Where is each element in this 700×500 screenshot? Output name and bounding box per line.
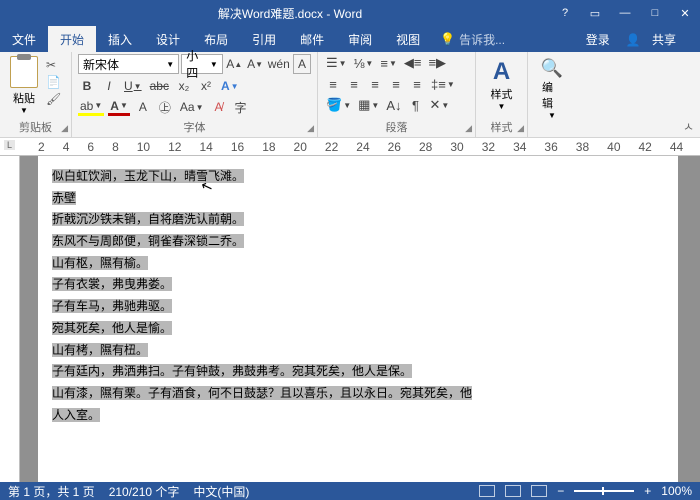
increase-indent-button[interactable]: ≡▶ (426, 54, 448, 72)
cut-button[interactable]: ✂ (46, 58, 61, 72)
tab-design[interactable]: 设计 (144, 26, 192, 52)
word-count[interactable]: 210/210 个字 (109, 483, 180, 500)
bold-button[interactable]: B (78, 77, 96, 95)
tab-review[interactable]: 审阅 (336, 26, 384, 52)
justify-button[interactable]: ≡ (387, 75, 405, 93)
web-layout-button[interactable] (531, 485, 547, 497)
text-line[interactable]: 东风不与周郎便，铜雀春深锁二乔。 (52, 231, 664, 253)
font-size-combo[interactable]: 小四▼ (181, 54, 223, 74)
ribbon-options-icon[interactable]: ▭ (580, 0, 610, 26)
enclose-char-button[interactable]: ㊤ (156, 98, 174, 116)
font-group-label: 字体 (72, 119, 317, 135)
zoom-out-button[interactable]: − (557, 484, 564, 498)
styles-button[interactable]: A 样式 ▼ (482, 54, 521, 115)
maximize-icon[interactable]: □ (640, 0, 670, 26)
format-painter-button[interactable]: 🖌 (46, 92, 61, 106)
text-line[interactable]: 山有漆，隰有栗。子有酒食，何不日鼓瑟？且以喜乐，且以永日。宛其死矣，他 (52, 383, 664, 405)
text-line[interactable]: 子有车马，弗驰弗驱。 (52, 296, 664, 318)
text-line[interactable]: 子有衣裳，弗曳弗娄。 (52, 274, 664, 296)
decrease-indent-button[interactable]: ◀≡ (402, 54, 424, 72)
copy-button[interactable]: 📄 (46, 75, 61, 89)
borders-button[interactable]: ▦▼ (356, 96, 381, 114)
zoom-in-button[interactable]: + (644, 484, 651, 498)
collapse-ribbon-button[interactable]: ㅅ (683, 118, 694, 135)
styles-icon: A (493, 58, 510, 86)
font-color-button[interactable]: A▼ (108, 98, 130, 116)
document-page[interactable]: ↖ 似白虹饮涧，玉龙下山，晴雪飞滩。赤壁折戟沉沙铁未销，自将磨洗认前朝。东风不与… (38, 156, 678, 484)
line-spacing-button[interactable]: ‡≡▼ (429, 75, 457, 93)
signin-button[interactable]: 登录 (578, 31, 618, 48)
horizontal-ruler[interactable]: L 24681012141618202224262830323436384042… (0, 138, 700, 156)
tab-file[interactable]: 文件 (0, 26, 48, 52)
find-icon: 🔍 (541, 58, 563, 79)
paragraph-launcher[interactable]: ◢ (465, 123, 472, 134)
clipboard-icon (10, 56, 38, 88)
window-title: 解决Word难题.docx - Word (30, 5, 550, 22)
enclosed-button[interactable]: 字 (231, 98, 249, 116)
tab-mailings[interactable]: 邮件 (288, 26, 336, 52)
italic-button[interactable]: I (100, 77, 118, 95)
text-line[interactable]: 折戟沉沙铁未销，自将磨洗认前朝。 (52, 209, 664, 231)
align-right-button[interactable]: ≡ (366, 75, 384, 93)
change-case-button[interactable]: Aa▼ (178, 98, 206, 116)
superscript-button[interactable]: x² (197, 77, 215, 95)
tab-references[interactable]: 引用 (240, 26, 288, 52)
font-launcher[interactable]: ◢ (307, 123, 314, 134)
bulb-icon: 💡 (440, 32, 455, 46)
grow-font-button[interactable]: A▲ (225, 54, 244, 74)
share-button[interactable]: 👤 共享 (618, 31, 692, 48)
text-line[interactable]: 似白虹饮涧，玉龙下山，晴雪飞滩。 (52, 166, 664, 188)
numbering-button[interactable]: ⅛▼ (352, 54, 376, 72)
tab-insert[interactable]: 插入 (96, 26, 144, 52)
text-line[interactable]: 山有枢，隰有榆。 (52, 253, 664, 275)
text-line[interactable]: 子有廷内，弗洒弗扫。子有钟鼓，弗鼓弗考。宛其死矣，他人是保。 (52, 361, 664, 383)
minimize-icon[interactable]: — (610, 0, 640, 26)
page-count[interactable]: 第 1 页，共 1 页 (8, 483, 95, 500)
styles-launcher[interactable]: ◢ (517, 123, 524, 134)
phonetic-guide-button[interactable]: wén (267, 54, 291, 74)
text-line[interactable]: 人入室。 (52, 405, 664, 427)
text-line[interactable]: 赤壁 (52, 188, 664, 210)
sort-button[interactable]: A↓ (384, 96, 403, 114)
asian-layout-button[interactable]: ✕▼ (428, 96, 452, 114)
help-icon[interactable]: ? (550, 0, 580, 26)
strikethrough-button[interactable]: abc (148, 77, 171, 95)
text-effects-button[interactable]: A▼ (219, 77, 241, 95)
align-center-button[interactable]: ≡ (345, 75, 363, 93)
distributed-button[interactable]: ≡ (408, 75, 426, 93)
bullets-button[interactable]: ☰▼ (324, 54, 349, 72)
highlight-button[interactable]: ab▼ (78, 98, 104, 116)
shrink-font-button[interactable]: A▼ (246, 54, 265, 74)
align-left-button[interactable]: ≡ (324, 75, 342, 93)
paragraph-group-label: 段落 (318, 119, 475, 135)
paste-button[interactable]: 粘贴 ▼ (6, 54, 42, 117)
text-line[interactable]: 山有栲，隰有杻。 (52, 340, 664, 362)
vertical-ruler[interactable] (0, 156, 20, 484)
zoom-level[interactable]: 100% (661, 484, 692, 498)
font-name-combo[interactable]: 新宋体▼ (78, 54, 179, 74)
multilevel-button[interactable]: ≡▼ (378, 54, 399, 72)
editing-button[interactable]: 🔍 编辑 ▼ (534, 54, 570, 124)
subscript-button[interactable]: x₂ (175, 77, 193, 95)
shading-button[interactable]: 🪣▼ (324, 96, 353, 114)
clipboard-launcher[interactable]: ◢ (61, 123, 68, 134)
text-line[interactable]: 宛其死矣，他人是愉。 (52, 318, 664, 340)
tab-selector[interactable]: L (4, 140, 15, 150)
char-border-button[interactable]: A (293, 54, 311, 74)
close-icon[interactable]: ✕ (670, 0, 700, 26)
underline-button[interactable]: U▼ (122, 77, 144, 95)
clear-format-button[interactable]: A̸ (209, 98, 227, 116)
zoom-slider[interactable] (574, 490, 634, 492)
char-shading-button[interactable]: A (134, 98, 152, 116)
read-mode-button[interactable] (479, 485, 495, 497)
language-status[interactable]: 中文(中国) (193, 483, 249, 500)
print-layout-button[interactable] (505, 485, 521, 497)
show-marks-button[interactable]: ¶ (407, 96, 425, 114)
tell-me-search[interactable]: 💡告诉我... (432, 31, 513, 48)
tab-view[interactable]: 视图 (384, 26, 432, 52)
tab-home[interactable]: 开始 (48, 26, 96, 52)
